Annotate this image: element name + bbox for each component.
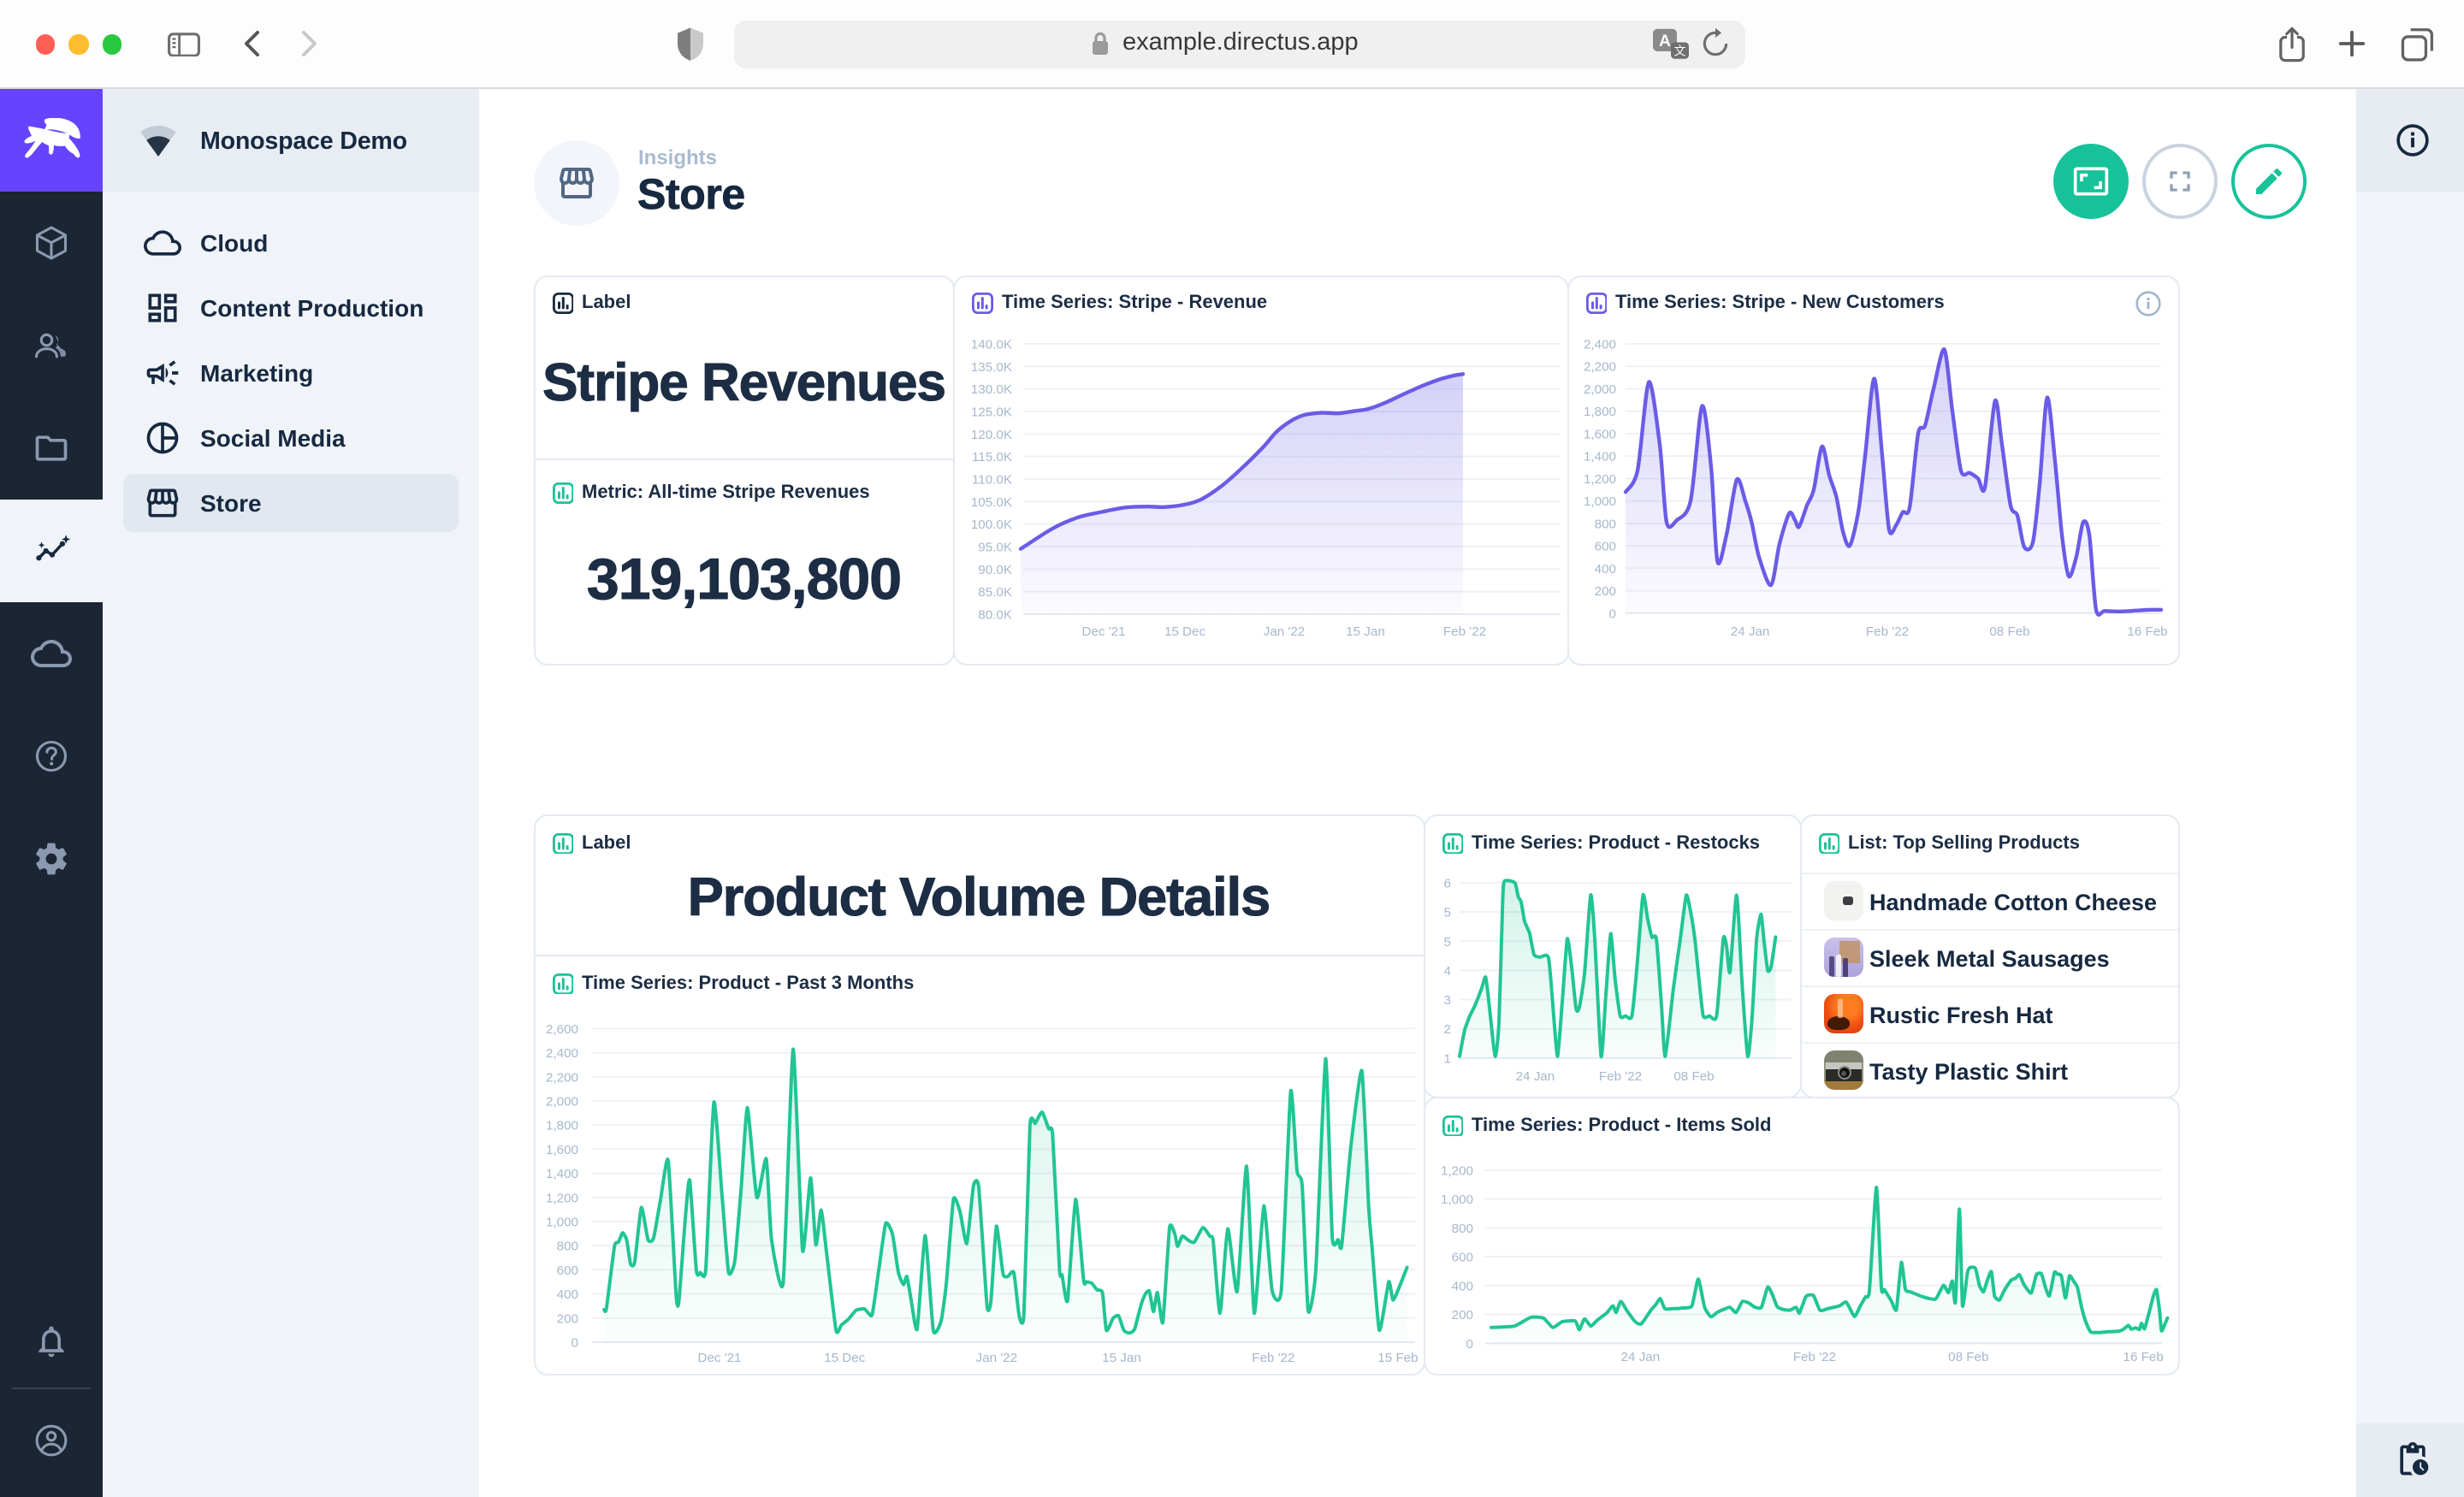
- svg-text:1,400: 1,400: [1584, 450, 1616, 464]
- svg-text:0: 0: [572, 1335, 578, 1350]
- svg-text:24 Jan: 24 Jan: [1731, 624, 1770, 639]
- svg-text:400: 400: [1595, 562, 1616, 577]
- svg-text:85.0K: 85.0K: [978, 585, 1012, 600]
- svg-text:Jan '22: Jan '22: [976, 1351, 1018, 1365]
- svg-text:200: 200: [1452, 1308, 1473, 1322]
- svg-text:1,800: 1,800: [1584, 405, 1616, 419]
- svg-text:600: 600: [557, 1263, 578, 1278]
- svg-text:800: 800: [1452, 1222, 1473, 1236]
- svg-text:Jan '22: Jan '22: [1264, 624, 1306, 639]
- svg-text:400: 400: [1452, 1279, 1473, 1293]
- svg-text:Feb '22: Feb '22: [1866, 624, 1909, 639]
- svg-text:6: 6: [1444, 876, 1451, 891]
- svg-text:3: 3: [1444, 993, 1451, 1008]
- svg-text:24 Jan: 24 Jan: [1516, 1069, 1555, 1084]
- svg-text:1,400: 1,400: [546, 1167, 578, 1181]
- svg-text:15 Jan: 15 Jan: [1102, 1351, 1141, 1365]
- svg-text:Feb '22: Feb '22: [1599, 1069, 1642, 1084]
- svg-text:90.0K: 90.0K: [978, 563, 1012, 577]
- svg-text:2: 2: [1444, 1022, 1451, 1037]
- svg-text:1,800: 1,800: [546, 1119, 578, 1133]
- svg-text:0: 0: [1466, 1337, 1473, 1352]
- svg-text:1,200: 1,200: [1584, 472, 1616, 487]
- svg-text:95.0K: 95.0K: [978, 540, 1012, 554]
- svg-text:105.0K: 105.0K: [971, 495, 1012, 510]
- svg-text:1,600: 1,600: [1584, 427, 1616, 441]
- svg-text:2,400: 2,400: [546, 1046, 578, 1061]
- svg-text:5: 5: [1444, 906, 1451, 920]
- svg-text:15 Dec: 15 Dec: [824, 1351, 866, 1365]
- svg-text:4: 4: [1444, 964, 1451, 979]
- svg-text:100.0K: 100.0K: [971, 518, 1012, 532]
- svg-text:15 Dec: 15 Dec: [1164, 624, 1206, 639]
- svg-text:2,000: 2,000: [1584, 382, 1616, 397]
- svg-text:600: 600: [1595, 540, 1616, 554]
- svg-text:Dec '21: Dec '21: [1081, 624, 1125, 639]
- svg-text:2,400: 2,400: [1584, 337, 1616, 352]
- svg-text:1,200: 1,200: [546, 1191, 578, 1205]
- svg-text:2,200: 2,200: [546, 1070, 578, 1085]
- svg-text:1,200: 1,200: [1441, 1163, 1473, 1178]
- svg-text:2,600: 2,600: [546, 1022, 578, 1037]
- svg-text:0: 0: [1609, 606, 1616, 621]
- svg-text:16 Feb: 16 Feb: [2123, 1350, 2164, 1364]
- svg-text:80.0K: 80.0K: [978, 607, 1012, 622]
- svg-text:120.0K: 120.0K: [971, 428, 1012, 442]
- svg-text:115.0K: 115.0K: [972, 450, 1012, 464]
- svg-text:Feb '22: Feb '22: [1252, 1351, 1294, 1365]
- svg-text:Feb '22: Feb '22: [1443, 624, 1486, 639]
- svg-text:1,600: 1,600: [546, 1143, 578, 1157]
- svg-text:130.0K: 130.0K: [971, 382, 1012, 397]
- svg-text:200: 200: [557, 1311, 578, 1326]
- svg-text:140.0K: 140.0K: [971, 337, 1012, 352]
- svg-text:08 Feb: 08 Feb: [1948, 1350, 1988, 1364]
- svg-text:125.0K: 125.0K: [971, 405, 1012, 419]
- svg-text:2,000: 2,000: [546, 1094, 578, 1109]
- svg-text:5: 5: [1444, 935, 1451, 950]
- svg-text:Feb '22: Feb '22: [1793, 1350, 1836, 1364]
- svg-text:800: 800: [557, 1240, 578, 1254]
- svg-text:1,000: 1,000: [1441, 1192, 1473, 1207]
- svg-text:600: 600: [1452, 1251, 1473, 1265]
- svg-text:110.0K: 110.0K: [972, 472, 1012, 487]
- svg-text:200: 200: [1595, 584, 1616, 599]
- svg-text:15 Jan: 15 Jan: [1346, 624, 1385, 639]
- svg-text:400: 400: [557, 1287, 578, 1302]
- svg-text:800: 800: [1595, 517, 1616, 531]
- svg-text:1,000: 1,000: [546, 1215, 578, 1229]
- svg-text:135.0K: 135.0K: [971, 360, 1012, 375]
- svg-text:08 Feb: 08 Feb: [1989, 624, 2029, 639]
- svg-text:Dec '21: Dec '21: [697, 1351, 741, 1365]
- svg-text:24 Jan: 24 Jan: [1621, 1350, 1661, 1364]
- svg-text:15 Feb: 15 Feb: [1377, 1351, 1418, 1365]
- svg-text:1: 1: [1444, 1051, 1451, 1066]
- svg-text:16 Feb: 16 Feb: [2127, 624, 2167, 639]
- svg-text:08 Feb: 08 Feb: [1673, 1069, 1714, 1084]
- svg-text:1,000: 1,000: [1584, 494, 1616, 509]
- svg-text:2,200: 2,200: [1584, 360, 1616, 375]
